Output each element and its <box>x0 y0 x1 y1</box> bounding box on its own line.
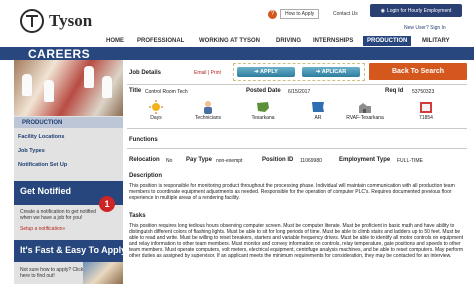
employment-type-value: FULL-TIME <box>397 158 423 164</box>
technicians-icon <box>204 101 212 114</box>
divider <box>127 148 467 149</box>
facility-info: RVAF-Texarkana <box>345 100 385 121</box>
get-notified-title: Get Notified <box>20 186 71 196</box>
pay-type-value: non-exempt <box>216 158 243 164</box>
functions-heading: Functions <box>129 137 158 143</box>
description-heading: Description <box>129 173 163 179</box>
nav-internships[interactable]: INTERNSHIPS <box>313 38 353 44</box>
job-type-info: Technicians <box>188 100 228 121</box>
sidebar-item-facility-locations[interactable]: Facility Locations <box>18 134 64 140</box>
sidebar-item-notification-setup[interactable]: Notification Set Up <box>18 162 67 168</box>
divider <box>127 128 467 129</box>
divider <box>127 84 467 85</box>
employment-type-label: Employment Type <box>339 157 391 163</box>
tyson-logo-icon[interactable] <box>20 9 44 33</box>
pay-type-label: Pay Type <box>186 157 212 163</box>
title-value: Control Room Tech <box>145 89 188 95</box>
position-id-label: Position ID <box>262 157 294 163</box>
login-hourly-button[interactable]: ◉ Login for Hourly Employment <box>370 4 462 17</box>
relocation-label: Relocation <box>129 157 160 163</box>
position-id-value: 11069980 <box>300 158 322 164</box>
tasks-text: This position requires long tedious hour… <box>129 223 464 259</box>
aplicar-button[interactable]: ➜ APLICAR <box>302 67 360 77</box>
question-icon: ? <box>268 9 277 19</box>
req-id-label: Req Id <box>385 88 404 94</box>
posted-date-label: Posted Date <box>246 88 281 94</box>
sun-icon <box>149 100 163 114</box>
ar-map-icon <box>312 102 324 112</box>
facility-icon <box>359 103 371 113</box>
texarkana-map-icon <box>257 102 269 112</box>
brand-name[interactable]: Tyson <box>49 11 92 31</box>
contact-us-link[interactable]: Contact Us <box>333 8 358 20</box>
setup-notification-link[interactable]: Setup a notification» <box>20 226 65 232</box>
nav-military[interactable]: MILITARY <box>422 38 450 44</box>
job-details-heading: Job Details <box>129 70 162 76</box>
apply-button[interactable]: ➜ APPLY <box>237 67 295 77</box>
relocation-value: No <box>166 158 173 164</box>
nav-home[interactable]: HOME <box>106 38 124 44</box>
applicant-photo <box>83 262 123 284</box>
how-to-apply-link[interactable]: ? How to Apply <box>268 8 320 20</box>
new-user-signin-link[interactable]: New User? Sign In <box>404 25 446 31</box>
get-notified-text: Create a notification to get notified wh… <box>20 209 96 221</box>
city-info: Texarkana <box>243 100 283 121</box>
nav-working-at-tyson[interactable]: WORKING AT TYSON <box>199 38 260 44</box>
careers-title: CAREERS <box>28 47 91 61</box>
globe-icon: ◉ <box>380 7 385 14</box>
nav-production[interactable]: PRODUCTION <box>363 36 412 46</box>
fast-easy-title: It's Fast & Easy To Apply <box>20 245 127 255</box>
zip-info: 71854 <box>406 100 446 121</box>
state-info: AR <box>298 100 338 121</box>
notification-badge-icon: 1 <box>99 196 115 212</box>
shift-info: Days <box>136 100 176 121</box>
email-print-links[interactable]: Email | Print <box>194 70 221 76</box>
sidebar-heading: PRODUCTION <box>14 117 123 128</box>
back-to-search-button[interactable]: Back To Search <box>369 63 467 80</box>
posted-date-value: 6/15/2017 <box>288 89 311 95</box>
location-icon <box>420 102 432 113</box>
tasks-heading: Tasks <box>129 213 146 219</box>
title-label: Title <box>129 88 142 94</box>
description-text: This position is responsible for monitor… <box>129 183 455 201</box>
nav-driving[interactable]: DRIVING <box>276 38 301 44</box>
workers-photo <box>14 60 123 116</box>
nav-professional[interactable]: PROFESSIONAL <box>137 38 184 44</box>
fast-easy-text[interactable]: Not sure how to apply? Click here to fin… <box>20 267 90 279</box>
sidebar-item-job-types[interactable]: Job Types <box>18 148 45 154</box>
req-id-value: 53750323 <box>412 89 435 95</box>
